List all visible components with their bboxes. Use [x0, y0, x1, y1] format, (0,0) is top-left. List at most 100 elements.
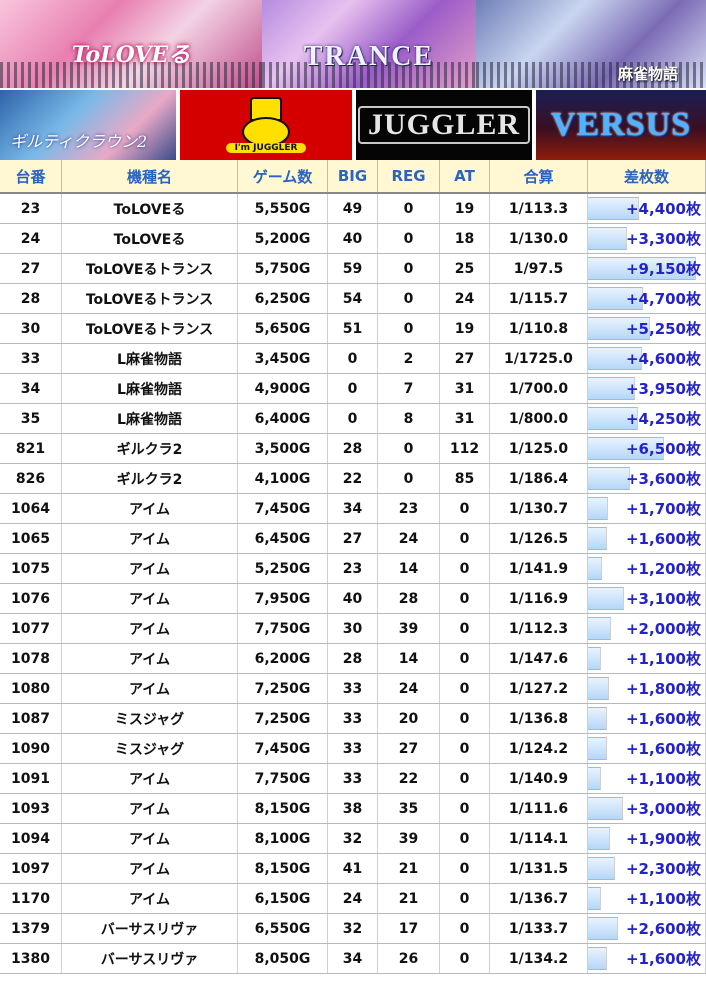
cell-game-count: 6,550G: [238, 914, 328, 943]
cell-big: 33: [328, 704, 378, 733]
banner-trance[interactable]: TRANCE: [262, 0, 476, 88]
table-row[interactable]: 1075 アイム 5,250G 23 14 0 1/141.9 +1,200枚: [0, 554, 706, 584]
table-row[interactable]: 1094 アイム 8,100G 32 39 0 1/114.1 +1,900枚: [0, 824, 706, 854]
cell-big: 33: [328, 764, 378, 793]
table-row[interactable]: 821 ギルクラ2 3,500G 28 0 112 1/125.0 +6,500枚: [0, 434, 706, 464]
table-row[interactable]: 826 ギルクラ2 4,100G 22 0 85 1/186.4 +3,600枚: [0, 464, 706, 494]
table-row[interactable]: 35 L麻雀物語 6,400G 0 8 31 1/800.0 +4,250枚: [0, 404, 706, 434]
table-row[interactable]: 24 ToLOVEる 5,200G 40 0 18 1/130.0 +3,300枚: [0, 224, 706, 254]
cell-total-probability: 1/110.8: [490, 314, 588, 343]
cell-reg: 26: [378, 944, 440, 973]
table-row[interactable]: 1076 アイム 7,950G 40 28 0 1/116.9 +3,100枚: [0, 584, 706, 614]
cell-coin-difference: +3,100枚: [588, 584, 706, 613]
table-row[interactable]: 1091 アイム 7,750G 33 22 0 1/140.9 +1,100枚: [0, 764, 706, 794]
cell-total-probability: 1/113.3: [490, 194, 588, 223]
cell-coin-difference: +2,000枚: [588, 614, 706, 643]
cell-machine-name: ToLOVEる: [62, 224, 238, 253]
cell-coin-difference: +1,600枚: [588, 524, 706, 553]
table-row[interactable]: 1065 アイム 6,450G 27 24 0 1/126.5 +1,600枚: [0, 524, 706, 554]
cell-machine-name: アイム: [62, 824, 238, 853]
diff-value: +1,600枚: [625, 740, 701, 758]
cell-big: 40: [328, 224, 378, 253]
table-row[interactable]: 28 ToLOVEるトランス 6,250G 54 0 24 1/115.7 +4,700枚: [0, 284, 706, 314]
table-row[interactable]: 1078 アイム 6,200G 28 14 0 1/147.6 +1,100枚: [0, 644, 706, 674]
diff-bar: [588, 587, 625, 610]
table-row[interactable]: 34 L麻雀物語 4,900G 0 7 31 1/700.0 +3,950枚: [0, 374, 706, 404]
cell-at: 31: [440, 374, 490, 403]
header-reg[interactable]: REG: [378, 160, 440, 192]
cell-big: 40: [328, 584, 378, 613]
banner-versus[interactable]: VERSUS: [536, 90, 706, 160]
table-row[interactable]: 1170 アイム 6,150G 24 21 0 1/136.7 +1,100枚: [0, 884, 706, 914]
diff-value: +6,500枚: [625, 440, 701, 458]
diff-value: +3,600枚: [625, 470, 701, 488]
cell-machine-name: アイム: [62, 494, 238, 523]
table-row[interactable]: 30 ToLOVEるトランス 5,650G 51 0 19 1/110.8 +5,250枚: [0, 314, 706, 344]
cell-reg: 24: [378, 524, 440, 553]
header-coin-difference[interactable]: 差枚数: [588, 160, 706, 192]
cell-machine-number: 1380: [0, 944, 62, 973]
cell-game-count: 3,450G: [238, 344, 328, 373]
table-row[interactable]: 1077 アイム 7,750G 30 39 0 1/112.3 +2,000枚: [0, 614, 706, 644]
cell-machine-name: アイム: [62, 674, 238, 703]
cell-big: 32: [328, 914, 378, 943]
cell-reg: 39: [378, 824, 440, 853]
cell-total-probability: 1/140.9: [490, 764, 588, 793]
diff-value: +2,300枚: [625, 860, 701, 878]
table-row[interactable]: 27 ToLOVEるトランス 5,750G 59 0 25 1/97.5 +9,150枚: [0, 254, 706, 284]
cell-coin-difference: +3,950枚: [588, 374, 706, 403]
cell-coin-difference: +3,300枚: [588, 224, 706, 253]
table-row[interactable]: 1380 バーサスリヴァ 8,050G 34 26 0 1/134.2 +1,600枚: [0, 944, 706, 974]
banner-area: ToLOVEる TRANCE 麻雀物語 ギルティクラウン2 I'm JUGGLE…: [0, 0, 706, 160]
table-row[interactable]: 1097 アイム 8,150G 41 21 0 1/131.5 +2,300枚: [0, 854, 706, 884]
table-row[interactable]: 1080 アイム 7,250G 33 24 0 1/127.2 +1,800枚: [0, 674, 706, 704]
table-row[interactable]: 33 L麻雀物語 3,450G 0 2 27 1/1725.0 +4,600枚: [0, 344, 706, 374]
diff-bar: [588, 917, 619, 940]
banner-giruku[interactable]: ギルティクラウン2: [0, 90, 176, 160]
banner-mahjong[interactable]: 麻雀物語: [476, 0, 706, 88]
cell-at: 112: [440, 434, 490, 463]
cell-big: 38: [328, 794, 378, 823]
cell-machine-name: ギルクラ2: [62, 464, 238, 493]
diff-bar: [588, 617, 612, 640]
diff-value: +3,000枚: [625, 800, 701, 818]
cell-at: 0: [440, 524, 490, 553]
table-row[interactable]: 1064 アイム 7,450G 34 23 0 1/130.7 +1,700枚: [0, 494, 706, 524]
cell-machine-name: バーサスリヴァ: [62, 914, 238, 943]
table-row[interactable]: 1087 ミスジャグ 7,250G 33 20 0 1/136.8 +1,600枚: [0, 704, 706, 734]
cell-game-count: 6,250G: [238, 284, 328, 313]
table-row[interactable]: 1093 アイム 8,150G 38 35 0 1/111.6 +3,000枚: [0, 794, 706, 824]
header-big[interactable]: BIG: [328, 160, 378, 192]
banner-mrjuggler[interactable]: JUGGLER: [356, 90, 532, 160]
cell-total-probability: 1/127.2: [490, 674, 588, 703]
header-at[interactable]: AT: [440, 160, 490, 192]
cell-reg: 23: [378, 494, 440, 523]
diff-bar: [588, 887, 601, 910]
cell-machine-number: 24: [0, 224, 62, 253]
cell-reg: 2: [378, 344, 440, 373]
cell-coin-difference: +3,600枚: [588, 464, 706, 493]
cell-machine-number: 1091: [0, 764, 62, 793]
header-game-count[interactable]: ゲーム数: [238, 160, 328, 192]
table-row[interactable]: 1379 バーサスリヴァ 6,550G 32 17 0 1/133.7 +2,600枚: [0, 914, 706, 944]
header-machine-number[interactable]: 台番: [0, 160, 62, 192]
banner-imjuggler[interactable]: I'm JUGGLER: [180, 90, 352, 160]
cell-big: 34: [328, 944, 378, 973]
diff-value: +3,100枚: [625, 590, 701, 608]
cell-machine-name: アイム: [62, 764, 238, 793]
cell-machine-number: 1078: [0, 644, 62, 673]
header-machine-name[interactable]: 機種名: [62, 160, 238, 192]
diff-value: +1,900枚: [625, 830, 701, 848]
header-total-probability[interactable]: 合算: [490, 160, 588, 192]
diff-value: +2,600枚: [625, 920, 701, 938]
cell-game-count: 8,100G: [238, 824, 328, 853]
table-row[interactable]: 1090 ミスジャグ 7,450G 33 27 0 1/124.2 +1,600枚: [0, 734, 706, 764]
diff-bar: [588, 857, 615, 880]
diff-value: +1,100枚: [625, 650, 701, 668]
cell-machine-name: L麻雀物語: [62, 374, 238, 403]
banner-tolove[interactable]: ToLOVEる: [0, 0, 262, 88]
cell-machine-number: 35: [0, 404, 62, 433]
cell-coin-difference: +1,100枚: [588, 764, 706, 793]
banner-versus-logo: VERSUS: [550, 106, 692, 143]
table-row[interactable]: 23 ToLOVEる 5,550G 49 0 19 1/113.3 +4,400枚: [0, 194, 706, 224]
